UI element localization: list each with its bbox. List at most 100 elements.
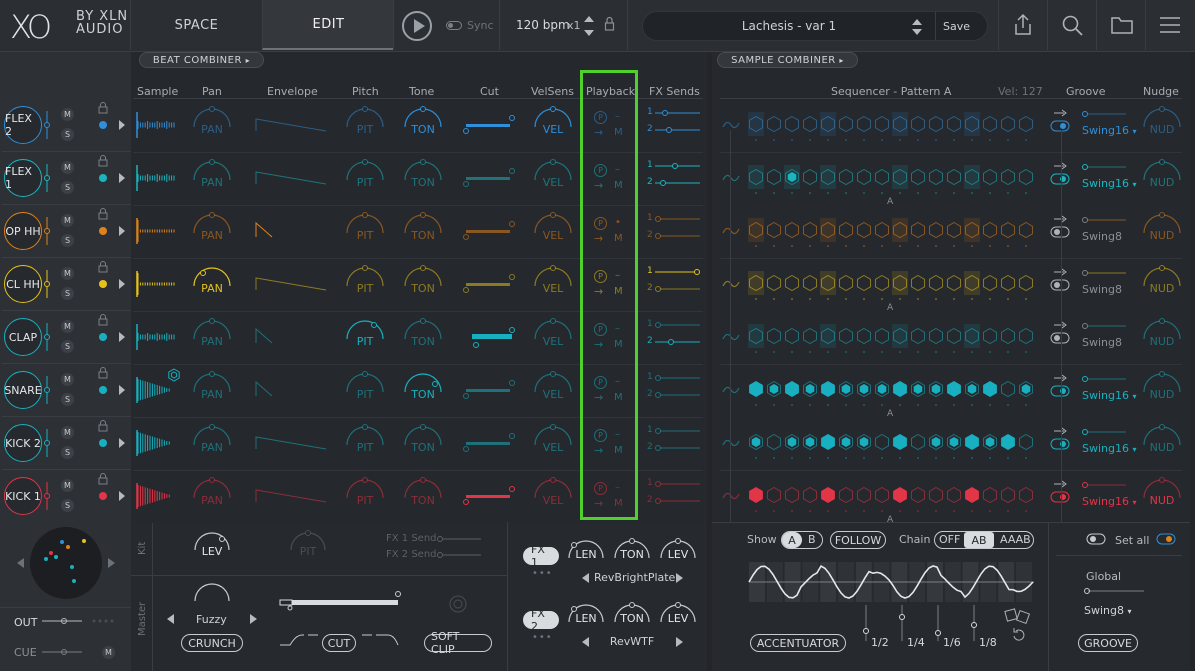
accentuator-button[interactable]: ACCENTUATOR [750, 634, 846, 652]
solo-button[interactable]: S [61, 340, 74, 353]
drive-prev-arrow-icon[interactable] [167, 614, 175, 624]
voice-select-arrow-icon[interactable] [119, 385, 125, 395]
chain-aaab-button[interactable]: AAAB [1000, 533, 1031, 546]
highcut-curve-icon[interactable] [362, 633, 402, 647]
randomize-dice-icon[interactable] [1004, 606, 1034, 646]
voice-level-line[interactable] [42, 429, 52, 457]
save-button[interactable]: Save [943, 20, 970, 33]
swing-slider[interactable] [1082, 429, 1128, 435]
voice-button[interactable]: KICK 1 [4, 477, 42, 515]
drive-type[interactable]: Fuzzy [196, 613, 227, 626]
search-icon[interactable] [1062, 15, 1084, 37]
lock-icon[interactable] [98, 260, 108, 273]
multiplier-stepper-icon[interactable] [583, 14, 595, 38]
solo-button[interactable]: S [61, 181, 74, 194]
sample-waveform[interactable] [136, 430, 176, 456]
accent-division-slider[interactable] [898, 605, 906, 645]
sample-combiner-button[interactable]: SAMPLE COMBINER ▸ [717, 52, 858, 68]
set-all-toggle[interactable] [1086, 532, 1108, 546]
voice-level-line[interactable] [42, 164, 52, 192]
lowcut-curve-icon[interactable] [280, 633, 320, 647]
step-sequencer-row[interactable] [747, 111, 1037, 143]
voice-button[interactable]: KICK 2 [4, 424, 42, 462]
fx-send-2-slider[interactable] [655, 126, 701, 134]
follow-button[interactable]: FOLLOW [830, 531, 886, 549]
swing-select[interactable]: Swing16 ▾ [1082, 442, 1137, 455]
sync-toggle[interactable] [446, 21, 462, 30]
lock-icon[interactable] [98, 207, 108, 220]
fx-preset-next-icon[interactable] [676, 637, 684, 647]
sample-waveform[interactable] [136, 368, 180, 403]
pattern-b-button[interactable]: B [808, 533, 816, 546]
tempo-lock-icon[interactable] [604, 16, 616, 32]
step-sequencer-row[interactable] [747, 482, 1037, 514]
swing-slider[interactable] [1082, 376, 1128, 382]
play-button[interactable] [402, 11, 432, 41]
fx-send-1-slider[interactable] [655, 215, 701, 223]
voice-select-arrow-icon[interactable] [119, 279, 125, 289]
solo-button[interactable]: S [61, 393, 74, 406]
fx-send-1-slider[interactable] [655, 268, 701, 276]
fx-send-1-slider[interactable] [655, 162, 701, 170]
chain-ab-button[interactable]: AB [964, 532, 994, 548]
cut-slider[interactable] [463, 380, 516, 401]
step-sequencer-row[interactable] [747, 217, 1037, 249]
cut-slider[interactable] [463, 221, 516, 242]
step-sequencer-row[interactable] [747, 270, 1037, 302]
voice-button[interactable]: SNARE [4, 371, 42, 409]
fx-preset-name[interactable]: RevWTF [594, 635, 670, 648]
envelope-shape[interactable] [255, 431, 331, 451]
fx-send-2-slider[interactable] [655, 497, 701, 505]
swing-select[interactable]: Swing16 ▾ [1082, 124, 1137, 137]
swing-select[interactable]: Swing8 [1082, 283, 1122, 296]
envelope-shape[interactable] [255, 325, 331, 345]
sample-waveform[interactable] [136, 324, 176, 350]
set-all-swing-toggle[interactable] [1156, 532, 1178, 546]
swing-select[interactable]: Swing16 ▾ [1082, 389, 1137, 402]
envelope-shape[interactable] [255, 113, 331, 133]
fx-send-1-slider[interactable] [655, 109, 701, 117]
step-mode-wave-icon[interactable] [722, 227, 740, 235]
voice-button[interactable]: FLEX 2 [4, 106, 42, 144]
solo-button[interactable]: S [61, 287, 74, 300]
sample-waveform[interactable] [136, 165, 176, 191]
swing-select[interactable]: Swing16 ▾ [1082, 495, 1137, 508]
cue-mute-button[interactable]: M [102, 646, 115, 659]
pattern-a-button[interactable]: A [782, 532, 802, 548]
fx-preset-prev-icon[interactable] [582, 573, 590, 583]
fx-send-2-slider[interactable] [655, 179, 701, 187]
cut-slider[interactable] [463, 433, 516, 454]
beat-combiner-button[interactable]: BEAT COMBINER ▸ [139, 52, 264, 68]
fx-send-2-slider[interactable] [655, 391, 701, 399]
tab-space[interactable]: SPACE [130, 0, 262, 50]
fx-preset-name[interactable]: RevBrightPlate [594, 571, 675, 584]
preset-stepper-icon[interactable] [911, 17, 923, 37]
soft-clip-button[interactable]: SOFT CLIP [424, 630, 492, 656]
swing-slider[interactable] [1082, 323, 1128, 329]
tempo-multiplier[interactable]: x1 [567, 19, 581, 32]
bpm-value[interactable]: 120 bpm [516, 18, 570, 32]
groove-button[interactable]: GROOVE [1078, 634, 1138, 652]
voice-level-line[interactable] [42, 111, 52, 139]
xy-pad[interactable] [30, 527, 102, 599]
voice-level-line[interactable] [42, 376, 52, 404]
envelope-shape[interactable] [255, 484, 331, 504]
fx-send-2-slider[interactable] [655, 444, 701, 452]
kit-fx1-send-slider[interactable] [437, 534, 482, 544]
kit-fx2-send-slider[interactable] [437, 550, 482, 560]
mute-button[interactable]: M [61, 108, 74, 121]
cut-slider[interactable] [463, 274, 516, 295]
fx-2-button[interactable]: FX 2 [523, 607, 559, 633]
master-drive-knob[interactable] [192, 583, 232, 605]
mute-button[interactable]: M [61, 373, 74, 386]
tab-edit[interactable]: EDIT [262, 0, 394, 50]
mute-button[interactable]: M [61, 267, 74, 280]
chain-off-button[interactable]: OFF [939, 533, 960, 546]
soft-clip-knob[interactable] [448, 594, 468, 614]
step-mode-wave-icon[interactable] [722, 174, 740, 182]
sample-waveform[interactable] [136, 271, 176, 297]
cut-slider[interactable] [463, 168, 516, 189]
voice-select-arrow-icon[interactable] [119, 438, 125, 448]
step-mode-wave-icon[interactable] [722, 333, 740, 341]
mute-button[interactable]: M [61, 479, 74, 492]
